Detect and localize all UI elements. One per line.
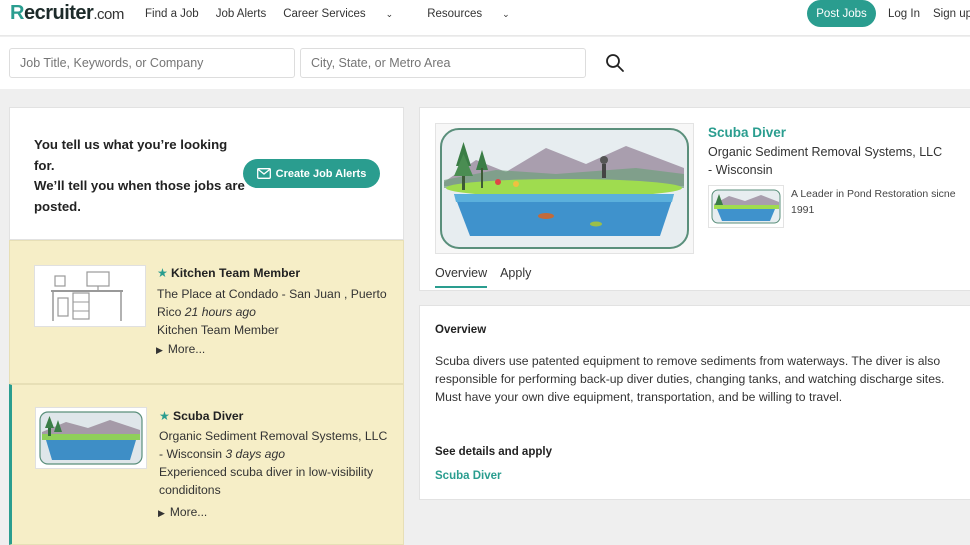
overview-text: Scuba divers use patented equipment to r…	[435, 354, 945, 405]
job-title[interactable]: ★ Kitchen Team Member	[157, 266, 300, 280]
main-nav: Find a Job Job Alerts Career Services ⌄ R…	[145, 8, 544, 20]
more-toggle[interactable]: ▶ More...	[158, 505, 207, 519]
nav-find-a-job[interactable]: Find a Job	[145, 8, 199, 20]
job-snippet: Experienced scuba diver in low-visibilit…	[159, 465, 374, 497]
nav-resources-label: Resources	[427, 8, 483, 20]
logo-suffix: .com	[93, 6, 124, 23]
job-alert-promo: You tell us what you’re looking for. We’…	[9, 107, 404, 240]
detail-tabs: Overview Apply	[435, 266, 544, 288]
post-jobs-button[interactable]: Post Jobs	[807, 0, 876, 27]
overview-heading: Overview	[435, 324, 487, 336]
company-logo	[708, 185, 784, 228]
login-link[interactable]: Log In	[888, 8, 920, 20]
see-details-heading: See details and apply	[435, 446, 552, 458]
search-icon[interactable]	[604, 52, 626, 74]
job-list-panel: You tell us what you’re looking for. We’…	[9, 107, 404, 545]
pond-logo-illustration	[711, 189, 781, 224]
company-banner-image	[435, 123, 694, 254]
nav-career-services-label: Career Services	[283, 8, 366, 20]
more-label: More...	[167, 342, 206, 356]
alert-line-2: We’ll tell you when those jobs are poste…	[34, 178, 245, 214]
apply-job-link[interactable]: Scuba Diver	[435, 470, 501, 482]
job-title-text: Scuba Diver	[172, 409, 244, 423]
job-detail-company: Organic Sediment Removal Systems, LLC - …	[708, 145, 943, 177]
triangle-right-icon: ▶	[158, 508, 165, 518]
job-overview-section: Overview Scuba divers use patented equip…	[419, 305, 970, 500]
tab-apply[interactable]: Apply	[500, 266, 531, 288]
mail-icon	[256, 168, 271, 179]
more-toggle[interactable]: ▶ More...	[156, 342, 205, 356]
nav-career-services[interactable]: Career Services ⌄	[283, 8, 410, 20]
job-card-kitchen-team-member[interactable]: ★ Kitchen Team Member The Place at Condad…	[9, 240, 404, 384]
chevron-down-icon: ⌄	[385, 9, 394, 19]
pond-restoration-illustration	[440, 128, 689, 249]
office-desk-image	[34, 265, 146, 327]
alert-line-1: You tell us what you’re looking for.	[34, 137, 228, 173]
top-navigation: Recruiter.com Find a Job Job Alerts Care…	[0, 0, 970, 36]
more-label: More...	[169, 505, 208, 519]
nav-resources[interactable]: Resources ⌄	[427, 8, 527, 20]
pond-thumbnail-image	[35, 407, 147, 469]
job-detail-title[interactable]: Scuba Diver	[708, 125, 786, 140]
job-detail-header: Scuba Diver Organic Sediment Removal Sys…	[419, 107, 970, 291]
recruiter-logo[interactable]: Recruiter.com	[10, 2, 124, 25]
job-meta: Organic Sediment Removal Systems, LLC - …	[159, 427, 389, 499]
job-title-text: Kitchen Team Member	[170, 266, 301, 280]
job-meta: The Place at Condado - San Juan , Puerto…	[157, 285, 387, 339]
company-tagline: A Leader in Pond Restoration sicne 1991	[791, 188, 956, 216]
job-posted-ago: 3 days ago	[225, 447, 286, 461]
nav-job-alerts[interactable]: Job Alerts	[216, 8, 267, 20]
search-bar	[0, 37, 970, 89]
job-posted-ago: 21 hours ago	[184, 305, 256, 319]
tab-overview[interactable]: Overview	[435, 266, 488, 288]
desk-illustration	[51, 271, 123, 321]
star-icon: ★	[157, 266, 168, 280]
chevron-down-icon: ⌄	[502, 9, 510, 19]
job-title[interactable]: ★ Scuba Diver	[159, 409, 243, 423]
pond-illustration	[39, 411, 143, 465]
create-job-alerts-button[interactable]: Create Job Alerts	[243, 159, 380, 188]
logo-text: ecruiter	[23, 2, 94, 24]
logo-letter: R	[10, 2, 24, 24]
keyword-search-input[interactable]	[9, 48, 295, 78]
job-card-scuba-diver[interactable]: ★ Scuba Diver Organic Sediment Removal Sy…	[9, 384, 404, 545]
job-alert-message: You tell us what you’re looking for. We’…	[34, 135, 249, 217]
create-job-alerts-label: Create Job Alerts	[275, 167, 367, 180]
job-snippet: Kitchen Team Member	[157, 323, 279, 337]
signup-link[interactable]: Sign up	[933, 8, 970, 20]
star-icon: ★	[159, 409, 170, 423]
location-search-input[interactable]	[300, 48, 586, 78]
triangle-right-icon: ▶	[156, 345, 163, 355]
